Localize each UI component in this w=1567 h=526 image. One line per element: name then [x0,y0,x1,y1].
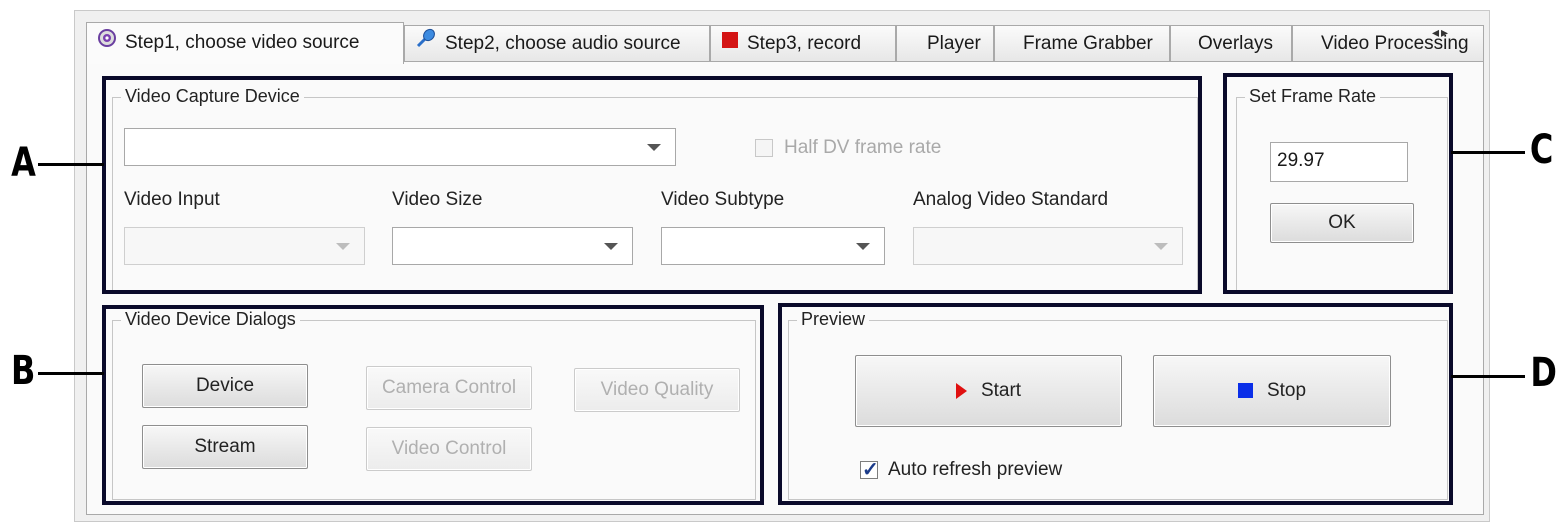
annotation-leader-c [1451,151,1525,154]
tab-label: Step1, choose video source [125,32,360,54]
annotation-box-c [1223,73,1453,294]
annotation-box-b [102,305,764,505]
webcam-icon [97,23,117,63]
tab-label: Step3, record [747,33,862,55]
tab-video-processing[interactable]: Video Processing [1292,25,1484,61]
annotation-label-a: A [11,140,36,186]
record-square-icon [721,26,739,61]
tab-step1-video-source[interactable]: Step1, choose video source [86,22,404,64]
tab-strip: Step1, choose video source Step2, choose… [86,22,1484,64]
annotation-box-a [102,76,1202,294]
tab-label: Step2, choose audio source [445,33,681,55]
annotation-leader-b [38,372,104,375]
annotation-label-b: B [11,348,36,394]
tab-player[interactable]: Player [896,25,994,61]
annotation-label-c: C [1529,127,1554,173]
tab-label: Overlays [1198,33,1273,54]
microphone-icon [415,26,437,61]
annotation-leader-a [38,163,104,166]
tab-step2-audio-source[interactable]: Step2, choose audio source [404,25,710,61]
tab-label: Frame Grabber [1023,33,1153,54]
tab-scroll-arrows-icon[interactable]: ◂▸ [1432,24,1450,41]
annotation-box-d [778,303,1453,505]
annotation-label-d: D [1530,350,1557,396]
tab-frame-grabber[interactable]: Frame Grabber [994,25,1170,61]
tab-step3-record[interactable]: Step3, record [710,25,896,61]
tab-label: Player [927,33,981,54]
annotation-leader-d [1451,375,1525,378]
tab-overlays[interactable]: Overlays [1170,25,1292,61]
